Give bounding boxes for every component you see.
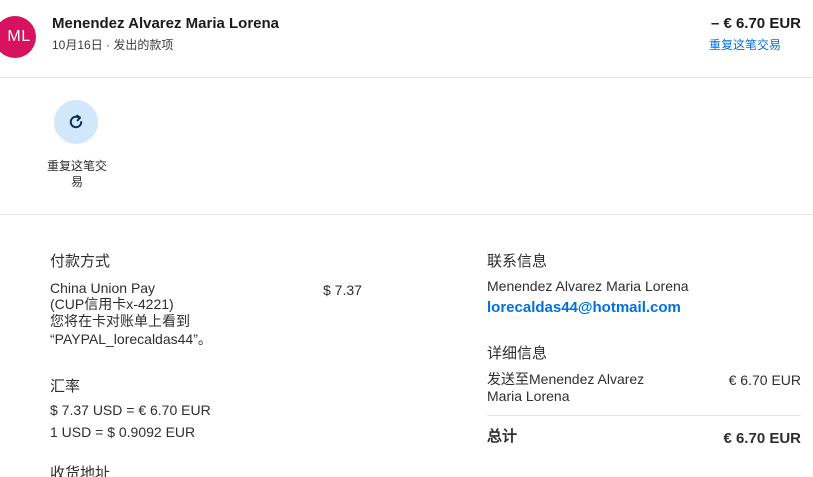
- repeat-transaction-label: 重复这笔交易: [46, 159, 107, 189]
- total-amount: € 6.70 EUR: [723, 430, 801, 447]
- transaction-header: ML Menendez Alvarez Maria Lorena 10月16日 …: [0, 0, 813, 78]
- contact-email-link[interactable]: lorecaldas44@hotmail.com: [487, 299, 681, 316]
- sent-amount: € 6.70 EUR: [728, 372, 801, 388]
- exchange-rate-title: 汇率: [50, 378, 81, 395]
- recipient-name: Menendez Alvarez Maria Lorena: [52, 15, 280, 32]
- contact-name: Menendez Alvarez Maria Lorena: [487, 278, 689, 294]
- payment-method-line4: “PAYPAL_lorecaldas44”。: [50, 331, 212, 347]
- transaction-amount: – € 6.70 EUR: [710, 15, 801, 32]
- avatar: ML: [0, 16, 36, 58]
- payment-method-line1: China Union Pay: [50, 280, 156, 296]
- transaction-subtitle: 10月16日 · 发出的款项: [52, 38, 174, 52]
- details-title: 详细信息: [487, 345, 548, 362]
- sent-to-line2: Maria Lorena: [487, 388, 570, 404]
- details-divider: [487, 415, 801, 416]
- payment-amount: $ 7.37: [323, 282, 362, 298]
- refresh-icon: [69, 114, 83, 129]
- repeat-transaction-link[interactable]: 重复这笔交易: [709, 36, 781, 53]
- exchange-rate-line2: 1 USD = $ 0.9092 EUR: [50, 424, 196, 440]
- payment-method-line2: (CUP信用卡x-4221): [50, 296, 174, 312]
- contact-info-title: 联系信息: [487, 253, 548, 270]
- shipping-address-title: 收货地址: [50, 465, 111, 477]
- exchange-rate-line1: $ 7.37 USD = € 6.70 EUR: [50, 402, 211, 418]
- sent-to-line1: 发送至Menendez Alvarez: [487, 371, 645, 387]
- payment-method-line3: 您将在卡对账单上看到: [50, 313, 190, 329]
- action-bar: 重复这笔交易: [0, 78, 813, 215]
- payment-method-title: 付款方式: [50, 253, 111, 270]
- total-label: 总计: [487, 428, 518, 445]
- repeat-transaction-button[interactable]: [54, 100, 98, 144]
